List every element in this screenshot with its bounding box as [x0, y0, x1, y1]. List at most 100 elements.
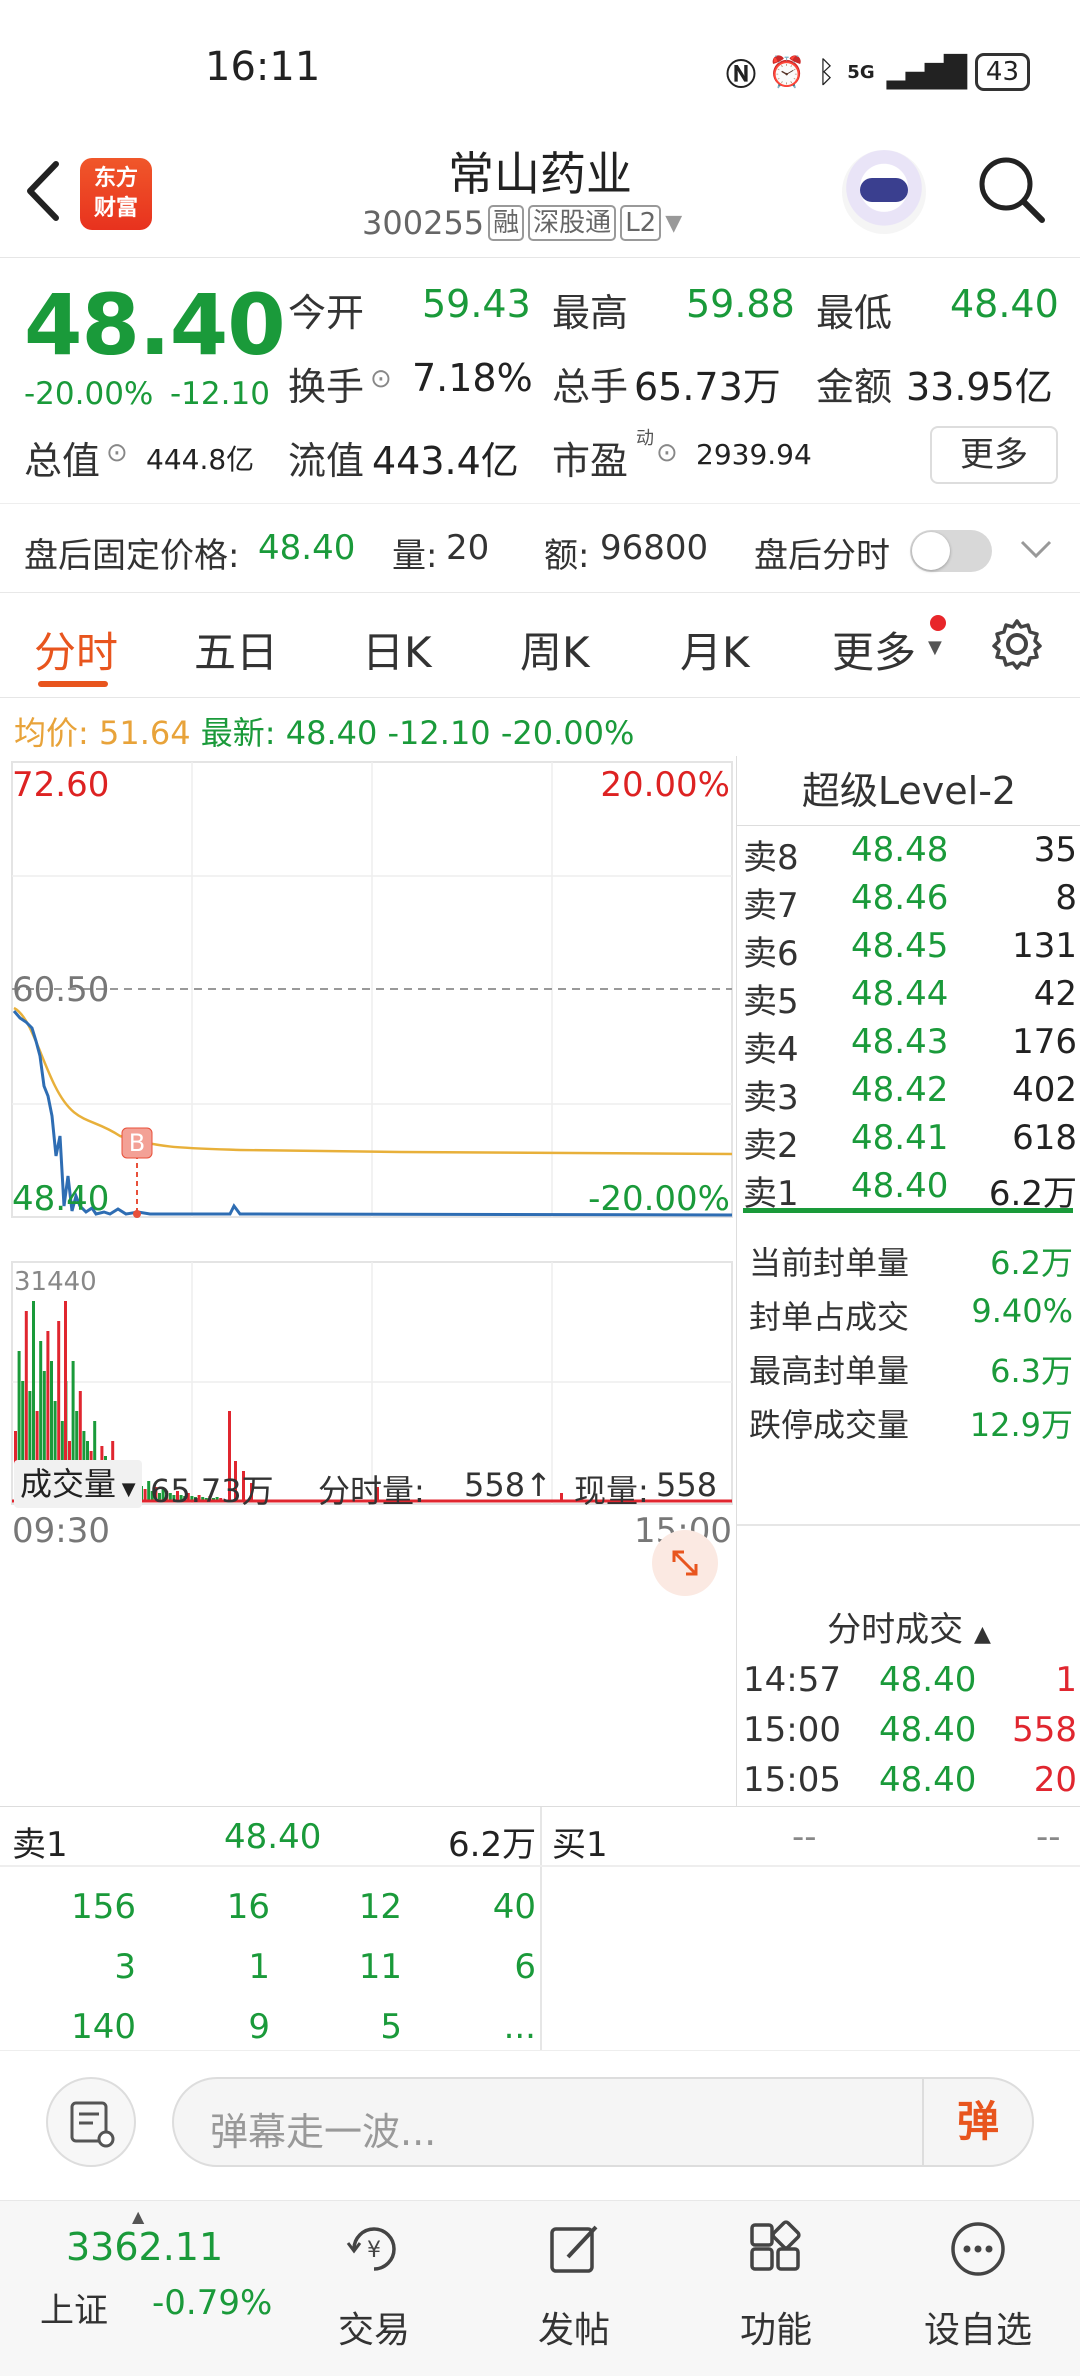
ah-tick-toggle[interactable]	[910, 530, 992, 572]
volume-indicator-select[interactable]: 成交量 ▼	[14, 1460, 142, 1508]
change-pct: -20.00%	[24, 376, 154, 412]
intraday-chart[interactable]: B 72.60 20.00% 60.50 48.40 -20.00% 31440…	[0, 756, 736, 1806]
float-value: 443.4亿	[372, 439, 519, 483]
ask-price: 48.48	[851, 830, 949, 870]
info-icon[interactable]: ⊙	[106, 438, 128, 468]
trade-time: 14:57	[743, 1660, 841, 1700]
tab-intraday[interactable]: 分时	[34, 619, 118, 680]
y-bottom-label: 48.40	[12, 1179, 109, 1219]
queue-buy-qty: --	[1036, 1817, 1061, 1857]
ask-row[interactable]: 卖7 48.46 8	[737, 874, 1080, 926]
y-mid-label: 60.50	[12, 970, 109, 1010]
change-value: -12.10	[170, 376, 270, 412]
seal-stat-row: 封单占成交 9.40%	[737, 1288, 1080, 1336]
ask-price: 48.41	[851, 1118, 949, 1158]
mktcap-label: 总值	[24, 439, 101, 483]
tab-monthly-k[interactable]: 月K	[680, 619, 750, 680]
search-icon[interactable]	[976, 154, 1046, 224]
nav-trade[interactable]: ¥ 交易	[274, 2201, 474, 2377]
tab-more[interactable]: 更多	[832, 619, 916, 680]
ask-row[interactable]: 卖3 48.42 402	[737, 1066, 1080, 1118]
nfc-icon: Ⓝ	[725, 58, 756, 93]
queue-order-qty: 156	[71, 1887, 136, 1927]
high-label: 最高	[552, 291, 629, 335]
queue-sell-qty: 6.2万	[448, 1825, 537, 1865]
ask-row[interactable]: 卖6 48.45 131	[737, 922, 1080, 974]
pe-dynamic-mark: 动	[636, 428, 654, 449]
last-price: 48.40	[24, 276, 286, 374]
chart-tabs: 分时 五日 日K 周K 月K 更多 ▼	[0, 593, 1080, 698]
ask-row[interactable]: 卖8 48.48 35	[737, 826, 1080, 878]
tag-connect: 深股通	[528, 205, 617, 241]
edit-icon	[550, 2225, 598, 2273]
stat-value: 6.3万	[990, 1352, 1073, 1390]
stat-label: 最高封单量	[749, 1352, 910, 1390]
trades-title[interactable]: 分时成交 ▲	[737, 1602, 1080, 1651]
pct-top-label: 20.00%	[600, 765, 730, 805]
current-vol-value: 558	[656, 1466, 718, 1504]
vol-max-label: 31440	[14, 1267, 97, 1297]
chevron-down-icon[interactable]	[1018, 536, 1054, 562]
gear-icon[interactable]	[990, 617, 1044, 671]
order-book-title[interactable]: 超级Level-2	[737, 756, 1080, 826]
open-label: 今开	[288, 291, 365, 335]
ask-level: 卖8	[743, 838, 799, 878]
ah-price: 48.40	[258, 528, 356, 568]
stock-header: 东方 财富 常山药业 300255 融 深股通 L2 ▼	[0, 130, 1080, 258]
expand-icon[interactable]	[652, 1530, 718, 1596]
nav-add-watchlist[interactable]: 设自选	[878, 2201, 1078, 2377]
more-dots-icon	[951, 2222, 1005, 2276]
danmu-send-button[interactable]: 弹	[922, 2079, 1032, 2165]
ah-price-label: 盘后固定价格:	[24, 536, 240, 576]
tab-indicator	[38, 681, 108, 687]
ask-qty: 176	[1012, 1022, 1077, 1062]
ask-price: 48.40	[851, 1166, 949, 1206]
market-index-button[interactable]: ▲ 3362.11 上证 -0.79%	[36, 2201, 272, 2377]
quote-panel: 48.40 -20.00% -12.10 今开 59.43 最高 59.88 最…	[0, 258, 1080, 503]
ask-row[interactable]: 卖2 48.41 618	[737, 1114, 1080, 1166]
ah-amt-label: 额:	[544, 536, 590, 576]
queue-order-qty: 3	[114, 1947, 136, 1987]
ah-tick-label: 盘后分时	[754, 536, 890, 576]
ask-row[interactable]: 卖4 48.43 176	[737, 1018, 1080, 1070]
queue-order-qty: 6	[514, 1947, 536, 1987]
bluetooth-icon: ᛒ	[817, 54, 836, 90]
danmu-input[interactable]: 弹幕走一波... 弹	[172, 2077, 1034, 2167]
stat-value: 9.40%	[971, 1292, 1073, 1330]
ask-row[interactable]: 卖5 48.44 42	[737, 970, 1080, 1022]
danmu-settings-icon[interactable]	[46, 2077, 136, 2167]
info-icon[interactable]: ⊙	[656, 438, 678, 468]
more-button[interactable]: 更多	[930, 426, 1058, 484]
ask-qty: 8	[1055, 878, 1077, 918]
last-value: 48.40	[285, 714, 378, 752]
robot-assistant-icon[interactable]	[842, 150, 926, 234]
tab-five-day[interactable]: 五日	[194, 619, 278, 680]
ask-row[interactable]: 卖1 48.40 6.2万	[737, 1162, 1080, 1214]
tab-daily-k[interactable]: 日K	[362, 619, 432, 680]
avg-label: 均价:	[14, 714, 89, 752]
stat-value: 12.9万	[969, 1406, 1073, 1444]
signal-icon: ▂▄▆█	[886, 54, 967, 90]
ask-price: 48.45	[851, 926, 949, 966]
trade-row: 14:57 48.40 1	[737, 1656, 1080, 1704]
index-pct: -0.79%	[152, 2283, 273, 2323]
tag-margin: 融	[488, 205, 525, 241]
price-info-line: 均价: 51.64 最新: 48.40 -12.10 -20.00%	[14, 708, 634, 754]
tab-weekly-k[interactable]: 周K	[520, 619, 590, 680]
trade-row: 15:05 48.40 20	[737, 1756, 1080, 1804]
nav-post[interactable]: 发帖	[474, 2201, 674, 2377]
time-start-label: 09:30	[12, 1511, 110, 1551]
stock-code: 300255	[362, 204, 485, 242]
stock-code-row[interactable]: 300255 融 深股通 L2 ▼	[362, 204, 682, 242]
queue-sell-price: 48.40	[224, 1817, 322, 1857]
stat-value: 6.2万	[990, 1244, 1073, 1282]
ask-level: 卖6	[743, 934, 799, 974]
info-icon[interactable]: ⊙	[370, 364, 392, 394]
low-label: 最低	[816, 291, 893, 335]
queue-order-qty: 9	[248, 2007, 270, 2047]
nav-functions[interactable]: 功能	[676, 2201, 876, 2377]
svg-text:¥: ¥	[367, 2238, 381, 2263]
triangle-down-icon: ▼	[928, 637, 942, 658]
volume-total: 65.73万	[150, 1472, 274, 1510]
ask-price: 48.44	[851, 974, 949, 1014]
